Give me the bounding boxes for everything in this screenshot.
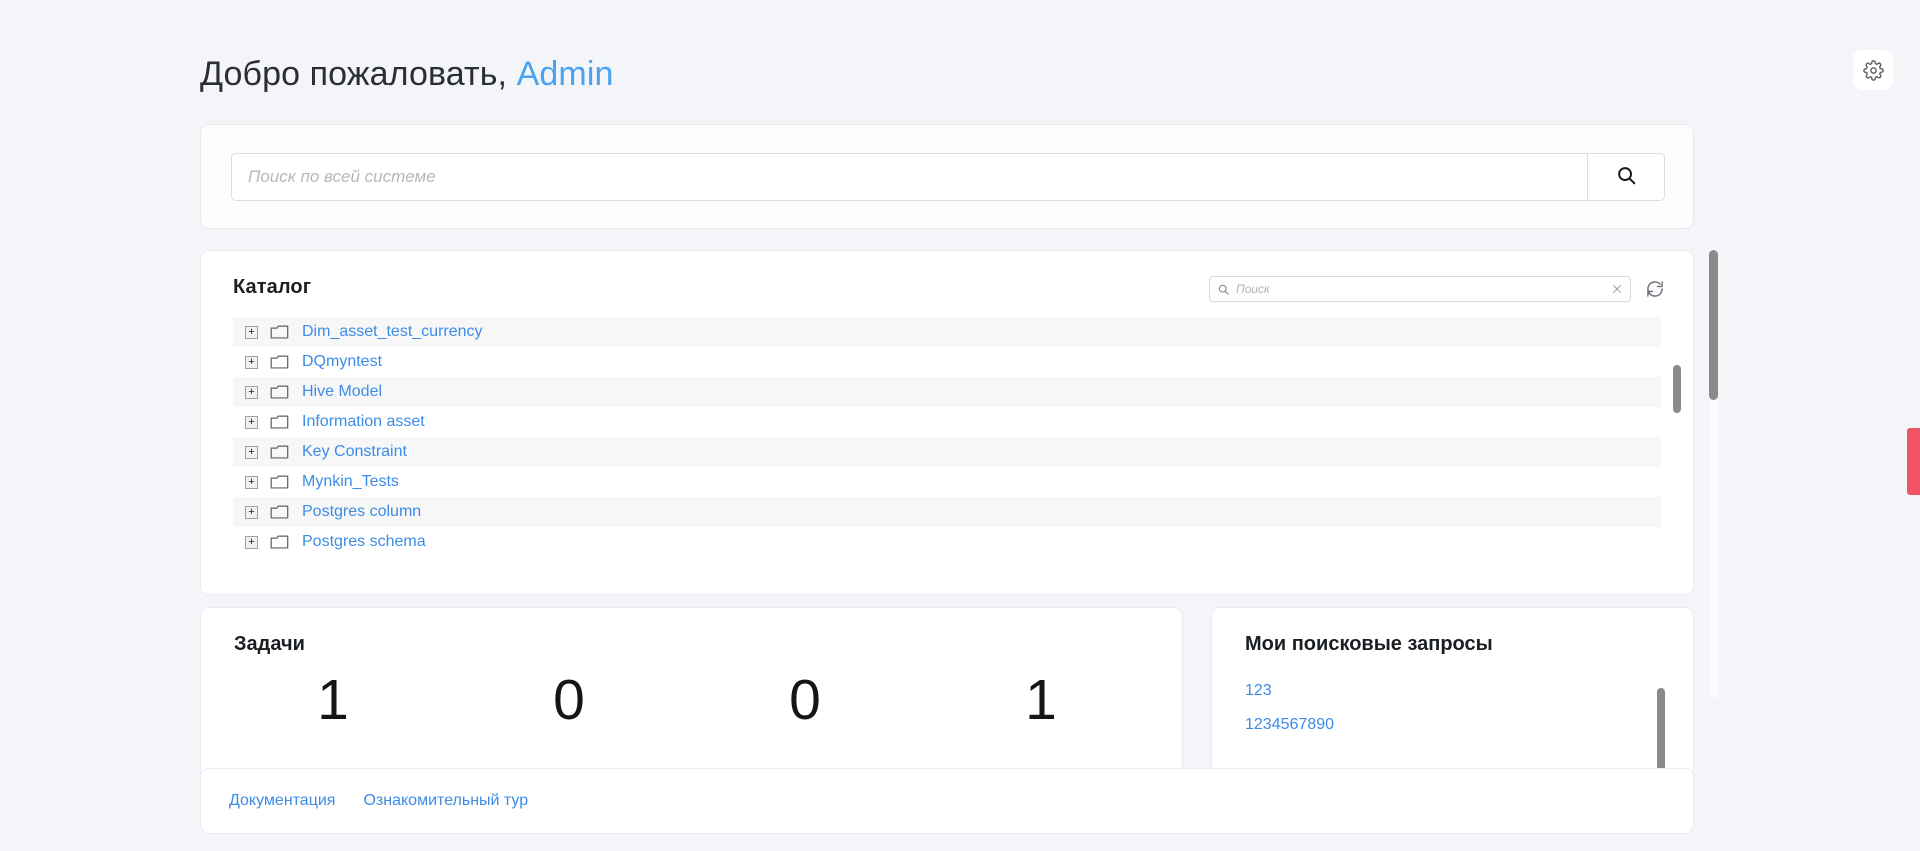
scrollbar-thumb[interactable] bbox=[1673, 365, 1681, 413]
my-queries-list: 123 1234567890 bbox=[1212, 674, 1693, 742]
tree-row[interactable]: + Key Constraint bbox=[233, 437, 1661, 467]
tree-row[interactable]: + Dim_asset_test_currency bbox=[233, 317, 1661, 347]
refresh-icon[interactable] bbox=[1645, 279, 1665, 299]
task-count[interactable]: 0 bbox=[687, 672, 923, 729]
catalog-tree: + Dim_asset_test_currency + DQmyntest + bbox=[201, 317, 1693, 583]
tree-item-label[interactable]: DQmyntest bbox=[302, 353, 382, 371]
list-item[interactable]: 1234567890 bbox=[1245, 708, 1693, 742]
expand-icon[interactable]: + bbox=[245, 446, 258, 459]
tree-row[interactable]: + Postgres schema bbox=[233, 527, 1661, 557]
welcome-username[interactable]: Admin bbox=[517, 55, 614, 93]
global-search-input[interactable] bbox=[231, 153, 1587, 201]
expand-icon[interactable]: + bbox=[245, 356, 258, 369]
expand-icon[interactable]: + bbox=[245, 416, 258, 429]
tasks-title: Задачи bbox=[234, 633, 1182, 656]
folder-icon bbox=[270, 384, 289, 400]
global-search-button[interactable] bbox=[1587, 153, 1665, 201]
search-icon bbox=[1217, 283, 1230, 296]
tasks-counters: 1 0 0 1 bbox=[201, 672, 1182, 729]
tree-row[interactable]: + Hive Model bbox=[233, 377, 1661, 407]
expand-icon[interactable]: + bbox=[245, 476, 258, 489]
task-count[interactable]: 1 bbox=[923, 672, 1159, 729]
catalog-search-input[interactable] bbox=[1236, 282, 1605, 296]
global-search-card bbox=[200, 124, 1694, 229]
tree-row[interactable]: + Postgres column bbox=[233, 497, 1661, 527]
folder-icon bbox=[270, 414, 289, 430]
tree-row[interactable]: + Information asset bbox=[233, 407, 1661, 437]
page-title: Добро пожаловать, Admin bbox=[200, 55, 613, 94]
folder-icon bbox=[270, 354, 289, 370]
my-queries-card: Мои поисковые запросы 123 1234567890 bbox=[1211, 607, 1694, 787]
expand-icon[interactable]: + bbox=[245, 506, 258, 519]
folder-icon bbox=[270, 534, 289, 550]
catalog-search-box[interactable] bbox=[1209, 276, 1631, 302]
footer-bar: Документация Ознакомительный тур bbox=[200, 768, 1694, 834]
folder-icon bbox=[270, 324, 289, 340]
folder-icon bbox=[270, 474, 289, 490]
catalog-toolbar bbox=[1209, 276, 1665, 302]
page-scrollbar-thumb[interactable] bbox=[1709, 250, 1718, 400]
documentation-link[interactable]: Документация bbox=[229, 792, 335, 810]
expand-icon[interactable]: + bbox=[245, 536, 258, 549]
tree-item-label[interactable]: Postgres column bbox=[302, 503, 421, 521]
catalog-title: Каталог bbox=[233, 276, 311, 299]
tree-row[interactable]: + DQmyntest bbox=[233, 347, 1661, 377]
gear-icon bbox=[1863, 60, 1884, 81]
list-item[interactable]: 123 bbox=[1245, 674, 1693, 708]
tree-row[interactable]: + Mynkin_Tests bbox=[233, 467, 1661, 497]
search-icon bbox=[1615, 164, 1638, 190]
edge-marker[interactable] bbox=[1907, 428, 1920, 495]
tree-item-label[interactable]: Key Constraint bbox=[302, 443, 407, 461]
expand-icon[interactable]: + bbox=[245, 326, 258, 339]
tree-item-label[interactable]: Dim_asset_test_currency bbox=[302, 323, 483, 341]
folder-icon bbox=[270, 504, 289, 520]
close-icon[interactable] bbox=[1611, 283, 1623, 295]
task-count[interactable]: 1 bbox=[215, 672, 451, 729]
task-count[interactable]: 0 bbox=[451, 672, 687, 729]
tree-item-label[interactable]: Mynkin_Tests bbox=[302, 473, 399, 491]
expand-icon[interactable]: + bbox=[245, 386, 258, 399]
settings-button[interactable] bbox=[1853, 50, 1893, 90]
global-search-row bbox=[231, 153, 1665, 201]
page-header: Добро пожаловать, Admin bbox=[200, 45, 1700, 103]
catalog-tree-scrollbar[interactable] bbox=[1673, 317, 1681, 583]
tasks-card: Задачи 1 0 0 1 bbox=[200, 607, 1183, 787]
tour-link[interactable]: Ознакомительный тур bbox=[363, 792, 528, 810]
my-queries-title: Мои поисковые запросы bbox=[1245, 633, 1693, 656]
tree-item-label[interactable]: Information asset bbox=[302, 413, 425, 431]
tree-item-label[interactable]: Hive Model bbox=[302, 383, 382, 401]
folder-icon bbox=[270, 444, 289, 460]
catalog-card: Каталог bbox=[200, 250, 1694, 595]
catalog-header: Каталог bbox=[201, 251, 1693, 323]
welcome-greeting: Добро пожаловать, bbox=[200, 55, 507, 93]
tree-item-label[interactable]: Postgres schema bbox=[302, 533, 426, 551]
